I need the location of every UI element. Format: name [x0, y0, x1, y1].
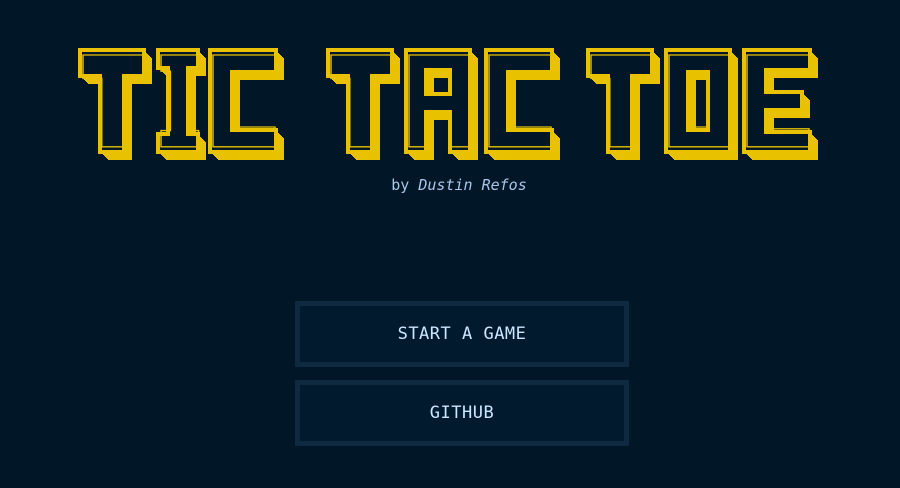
title-letter-t: [326, 48, 400, 160]
title-letter-t: [78, 48, 152, 160]
github-button[interactable]: GITHUB: [295, 380, 629, 446]
menu-screen: by Dustin Refos START A GAME GITHUB: [0, 0, 900, 488]
start-game-label: START A GAME: [397, 324, 527, 344]
start-game-button[interactable]: START A GAME: [295, 301, 629, 367]
author-name: Dustin Refos: [418, 176, 527, 194]
title-letter-e: [742, 48, 818, 160]
title-letter-t: [586, 48, 660, 160]
byline-prefix: by: [391, 176, 410, 194]
title-letter-o: [664, 48, 738, 160]
title-letter-i: [156, 48, 206, 160]
title-letter-a: [404, 48, 478, 160]
game-title-logo: [78, 48, 818, 160]
title-letter-c: [484, 48, 560, 160]
byline: by Dustin Refos: [0, 176, 900, 194]
github-label: GITHUB: [429, 403, 495, 423]
title-letter-c: [208, 48, 284, 160]
